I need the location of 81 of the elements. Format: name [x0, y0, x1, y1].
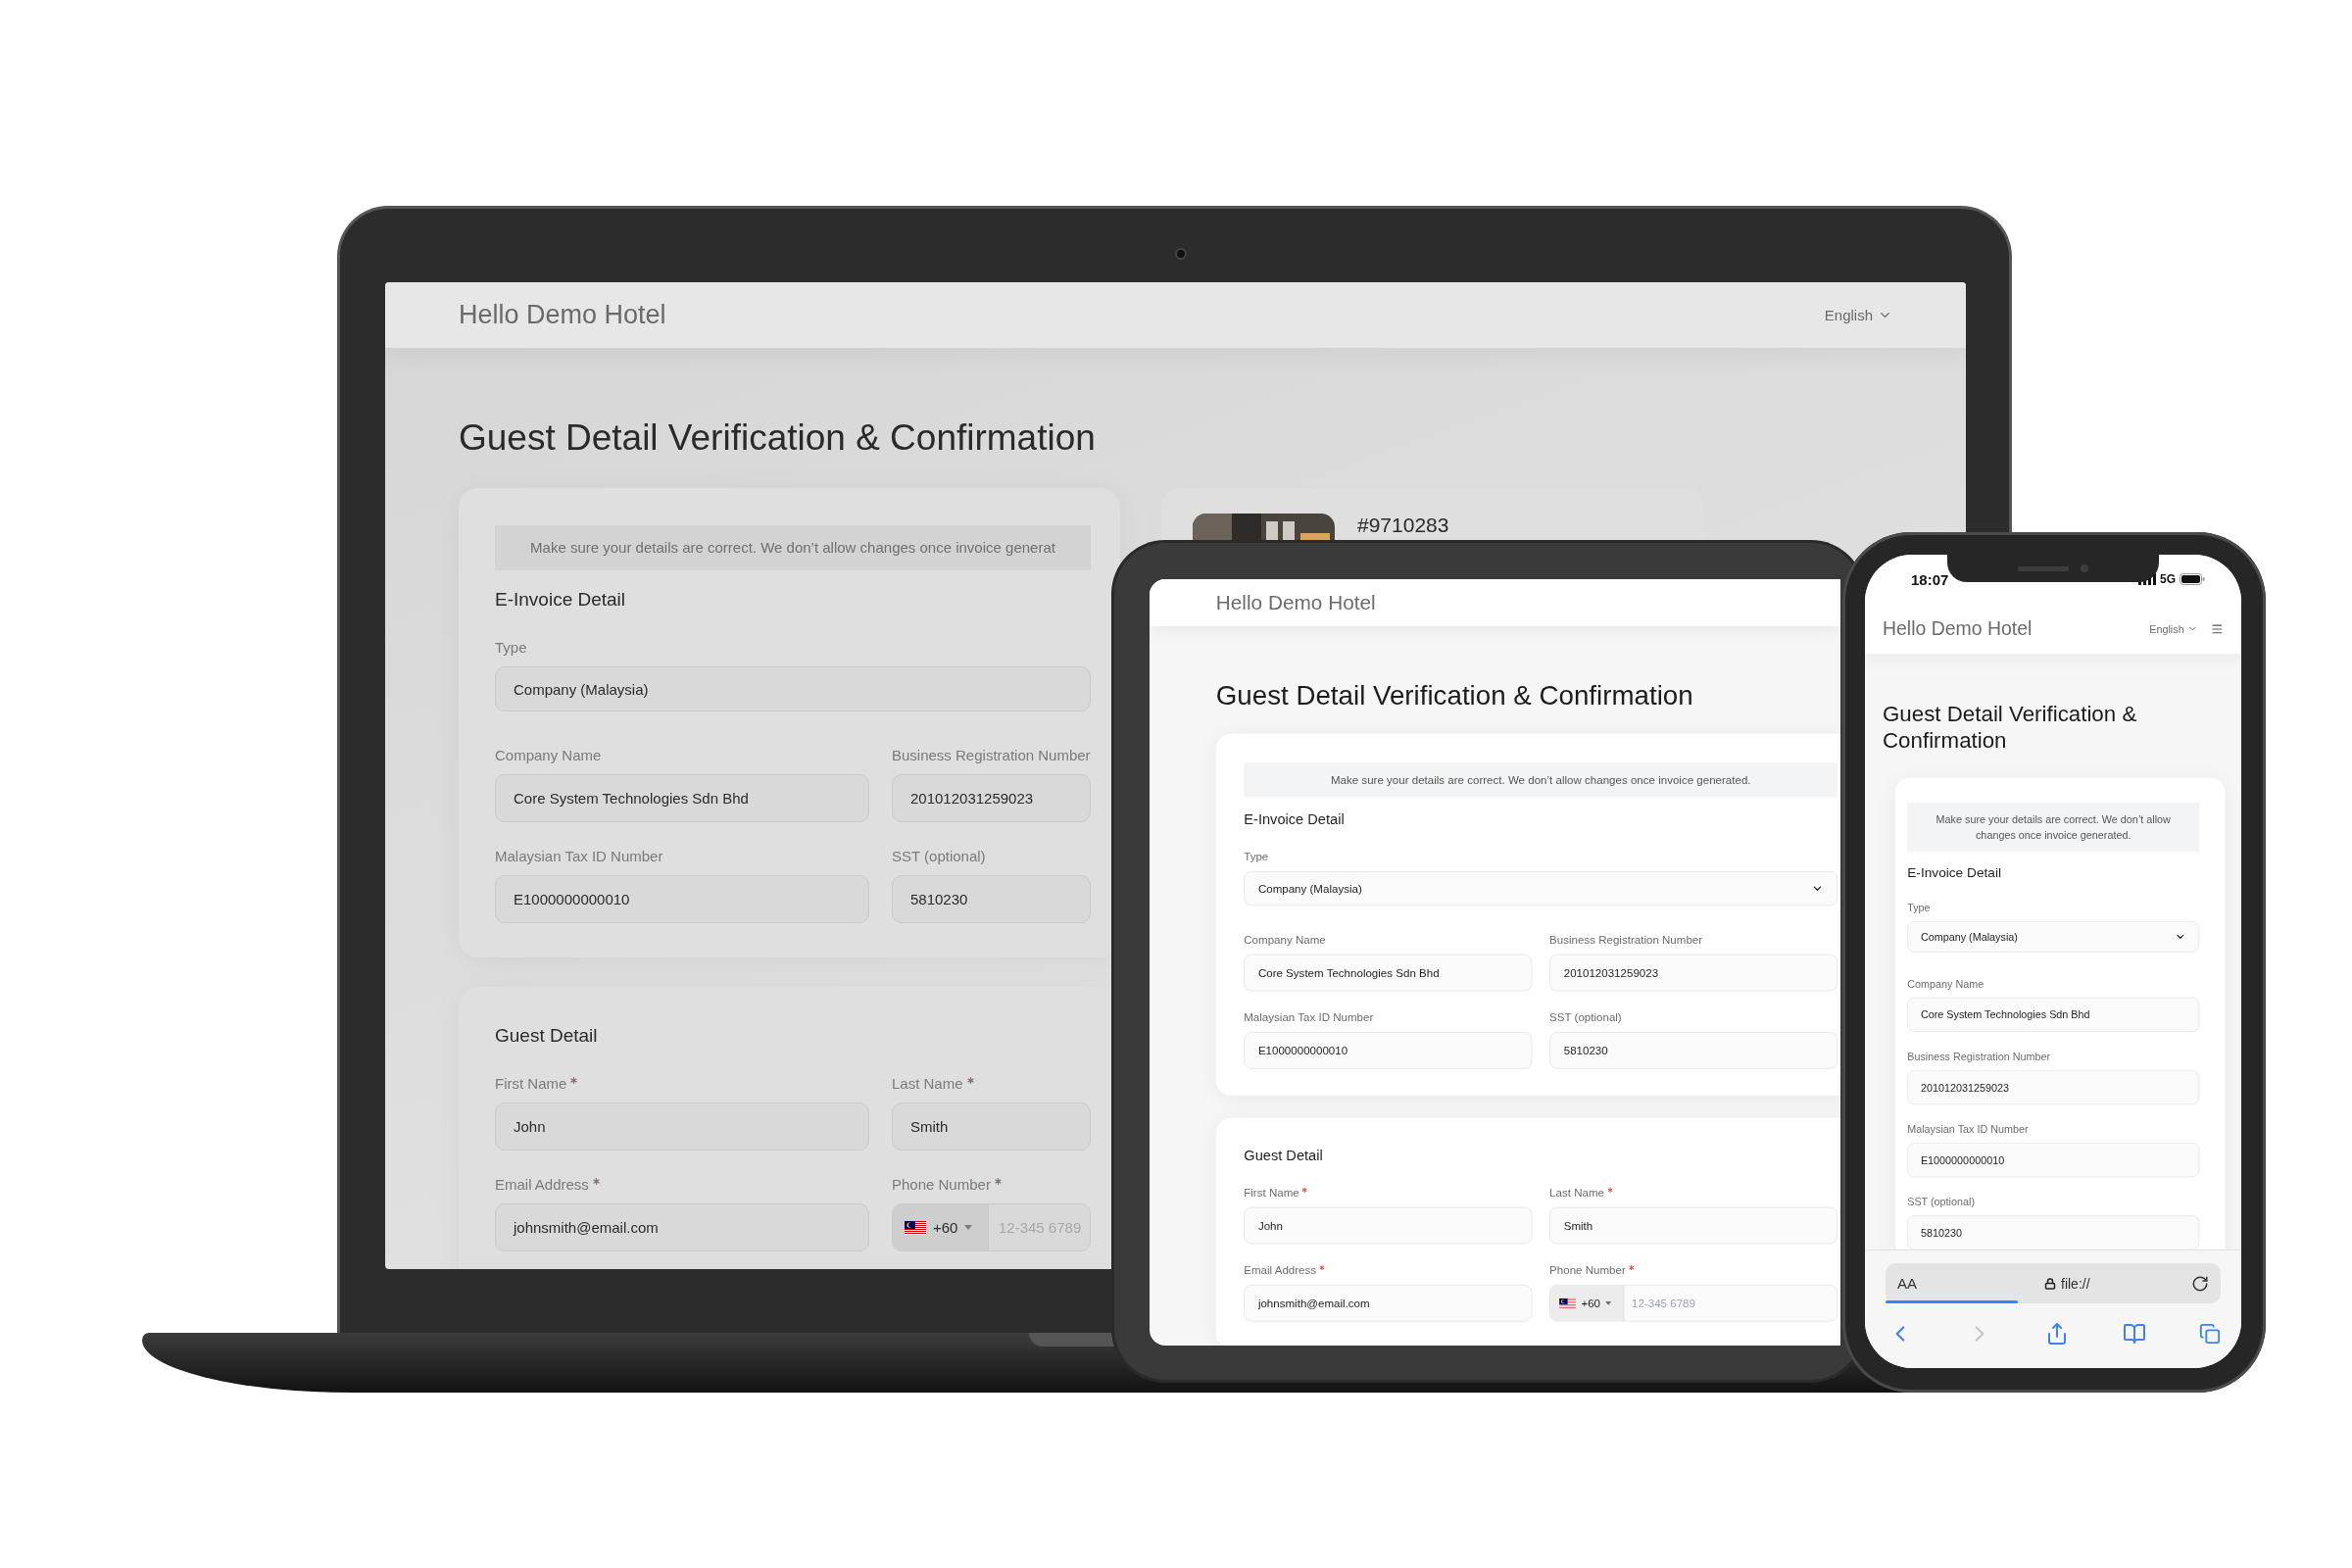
address-bar[interactable]: AA file:// [1886, 1263, 2221, 1303]
field-label: Company Name [495, 747, 602, 764]
language-selector[interactable]: English [1824, 307, 1892, 323]
text-field[interactable]: 5810230 [1549, 1032, 1838, 1069]
text-field[interactable]: John [495, 1102, 869, 1151]
book-icon[interactable] [2122, 1322, 2146, 1346]
caret-icon [964, 1225, 973, 1230]
text-field[interactable]: Core System Technologies Sdn Bhd [1244, 954, 1533, 992]
flag-icon [1559, 1298, 1577, 1309]
hotel-name: Hello Demo Hotel [459, 300, 666, 330]
flag-icon [905, 1220, 926, 1235]
notice-banner: Make sure your details are correct. We don’t allow changes once invoice generated. [1244, 762, 1838, 798]
field-label: Business Registration Number [1549, 933, 1703, 947]
type-select[interactable]: Company (Malaysia) [1244, 871, 1838, 906]
field-label: Last Name [892, 1075, 963, 1093]
field-label: Phone Number [1549, 1263, 1626, 1278]
field-label: Type [1244, 850, 1269, 864]
section-title: E-Invoice Detail [495, 588, 626, 612]
battery-icon [2180, 573, 2205, 585]
page-title: Guest Detail Verification & Confirmation [459, 416, 1097, 460]
field-label: Company Name [1244, 933, 1326, 947]
field-label: First Name [1244, 1186, 1299, 1200]
share-icon[interactable] [2045, 1322, 2069, 1346]
text-field[interactable]: johnsmith@email.com [495, 1203, 869, 1251]
camera-lens [1175, 248, 1187, 260]
field-label: Malaysian Tax ID Number [1244, 1010, 1374, 1025]
section-title: Guest Detail [495, 1024, 598, 1048]
text-field[interactable]: John [1244, 1206, 1533, 1245]
text-field[interactable]: E1000000000010 [495, 875, 869, 923]
section-title: E-Invoice Detail [1907, 864, 2001, 882]
lock-icon [2044, 1277, 2056, 1290]
signal-icon [2138, 573, 2156, 585]
page-title: Guest Detail Verification & Confirmation [1883, 700, 2138, 755]
field-label: Malaysian Tax ID Number [1907, 1122, 2029, 1136]
language-selector[interactable]: English [2149, 622, 2199, 635]
field-label: SST (optional) [1907, 1196, 1976, 1209]
field-label: Type [1907, 901, 1931, 914]
section-title: E-Invoice Detail [1244, 810, 1345, 829]
field-label: Email Address [495, 1176, 589, 1194]
reload-icon[interactable] [2191, 1274, 2209, 1293]
text-field[interactable]: Smith [1549, 1206, 1838, 1245]
country-code-selector[interactable]: +60 [1549, 1285, 1625, 1321]
type-select[interactable]: Company (Malaysia) [495, 666, 1091, 711]
text-size-button[interactable]: AA [1897, 1275, 1985, 1292]
field-label: Business Registration Number [1907, 1050, 2051, 1063]
text-field[interactable]: 201012031259023 [1549, 954, 1838, 992]
text-field[interactable]: johnsmith@email.com [1244, 1284, 1533, 1322]
booking-number: #9710283 [1357, 514, 1449, 536]
hotel-name: Hello Demo Hotel [1215, 590, 1376, 614]
field-label: First Name [495, 1075, 567, 1093]
field-label: SST (optional) [1549, 1010, 1622, 1025]
field-label: Business Registration Number [892, 747, 1091, 764]
section-title: Guest Detail [1244, 1147, 1323, 1165]
type-select[interactable]: Company (Malaysia) [1907, 921, 2200, 953]
field-label: Type [495, 639, 527, 657]
field-label: Last Name [1549, 1186, 1604, 1200]
field-label: SST (optional) [892, 848, 986, 865]
caret-icon [1605, 1300, 1612, 1305]
text-field[interactable]: Core System Technologies Sdn Bhd [495, 774, 869, 822]
field-label: Email Address [1244, 1263, 1317, 1278]
text-field[interactable]: 201012031259023 [1907, 1069, 2200, 1105]
hotel-name: Hello Demo Hotel [1883, 617, 2033, 640]
page-title: Guest Detail Verification & Confirmation [1215, 678, 1694, 712]
text-field[interactable]: 5810230 [892, 875, 1091, 923]
field-label: Malaysian Tax ID Number [495, 848, 663, 865]
url-text: file:// [2061, 1275, 2090, 1292]
text-field[interactable]: E1000000000010 [1244, 1032, 1533, 1069]
field-label: Company Name [1907, 977, 1984, 991]
text-field[interactable]: E1000000000010 [1907, 1143, 2200, 1178]
notice-banner: Make sure your details are correct. We don’t allow changes once invoice generat [495, 525, 1091, 570]
text-field[interactable]: Core System Technologies Sdn Bhd [1907, 997, 2200, 1033]
text-field[interactable]: Smith [892, 1102, 1091, 1151]
country-code-selector[interactable]: +60 [893, 1204, 989, 1250]
speaker-grille [2018, 565, 2069, 571]
text-field[interactable]: 5810230 [1907, 1215, 2200, 1250]
network-label: 5G [2160, 572, 2176, 586]
notice-banner: Make sure your details are correct. We don’t allow changes once invoice generated. [1907, 803, 2200, 853]
status-time: 18:07 [1911, 570, 1949, 588]
field-label: Phone Number [892, 1176, 991, 1194]
tabs-icon[interactable] [2199, 1323, 2221, 1345]
text-field[interactable]: 201012031259023 [892, 774, 1091, 822]
